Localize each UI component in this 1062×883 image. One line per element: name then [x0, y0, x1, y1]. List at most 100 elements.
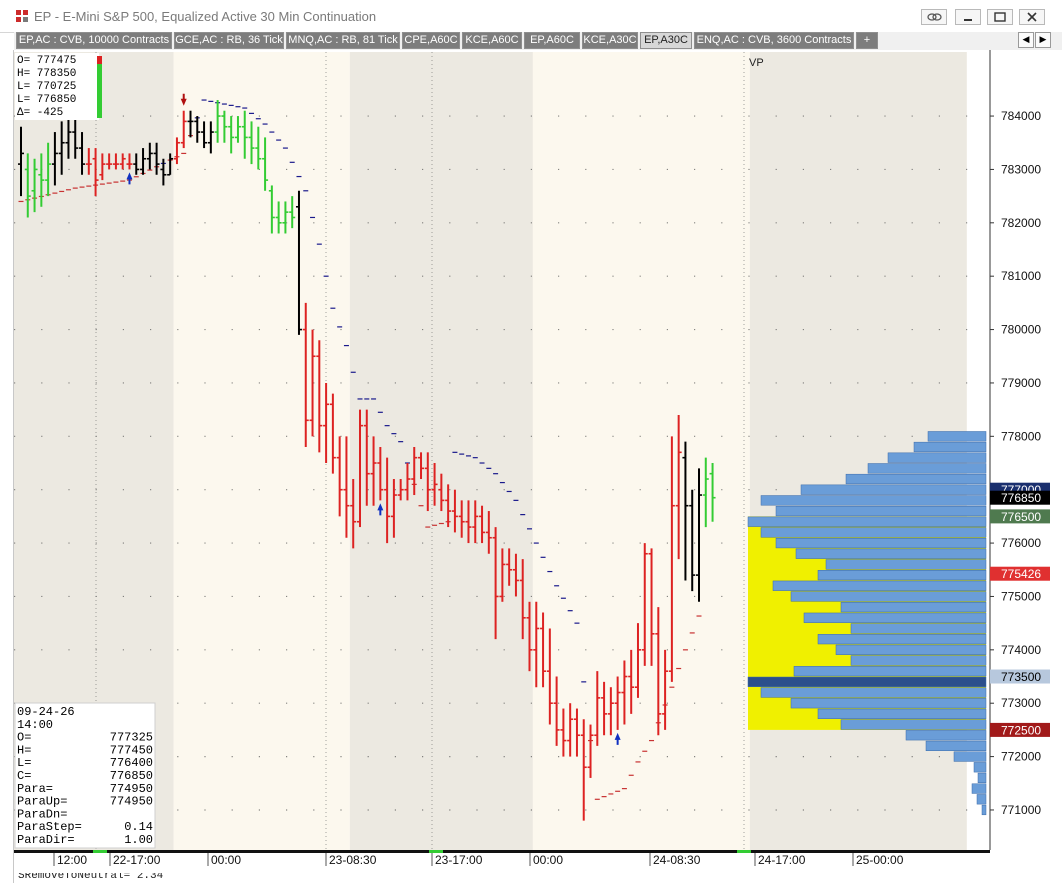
bar-color-indicator-top [97, 56, 102, 64]
data-window-key: ParaDir= [17, 833, 75, 847]
tab-gce-rb[interactable]: GCE,AC : RB, 36 Tick [174, 32, 284, 49]
session-bg-night [349, 52, 533, 850]
tab-mnq-rb[interactable]: MNQ,AC : RB, 81 Tick [286, 32, 400, 49]
volume-profile-bin [817, 570, 987, 581]
volume-profile-bin [927, 431, 987, 442]
session-bg-day [532, 52, 750, 850]
ohlc-readout: O= 777475 H= 778350 L= 770725 L= 776850 … [15, 53, 102, 120]
tab-ep-cvb[interactable]: EP,AC : CVB, 10000 Contracts [16, 32, 172, 49]
volume-profile-bin [775, 537, 987, 549]
volume-profile-bin [845, 473, 987, 485]
volume-profile-bin [790, 591, 987, 602]
price-tick-label: 775000 [1001, 589, 1041, 603]
minimize-icon [964, 19, 972, 21]
volume-profile-bin [905, 730, 987, 741]
volume-profile-bin [953, 751, 987, 762]
price-chart[interactable]: 7710007720007730007740007750007760007770… [14, 50, 1062, 873]
volume-profile-bin [973, 762, 987, 773]
session-marker [93, 850, 107, 853]
close-icon [1027, 12, 1037, 22]
volume-profile-bin [795, 548, 987, 559]
volume-profile-bin [803, 612, 987, 623]
tab-kce-a60c[interactable]: KCE,A60C [462, 32, 522, 49]
data-window-value: 1.00 [124, 833, 153, 847]
tab-scroll-left-button[interactable]: ◀ [1018, 32, 1034, 48]
volume-profile-bin [887, 452, 987, 463]
data-window-value: 774950 [110, 795, 153, 809]
tab-enq-cvb[interactable]: ENQ,AC : CVB, 3600 Contracts [694, 32, 854, 49]
volume-profile-bin [800, 484, 987, 495]
time-tick-label: 00:00 [211, 853, 241, 867]
bottom-indicator-strip: SRemoveToNeutral= 2.34 [14, 873, 1062, 883]
volume-profile-bin [772, 580, 987, 591]
volume-profile-bin [817, 708, 987, 719]
price-tick-label: 776000 [1001, 536, 1041, 550]
volume-profile-bin [760, 527, 987, 538]
price-marker-label: 775426 [1001, 567, 1041, 581]
link-icon [927, 13, 942, 21]
price-marker-label: 773500 [1001, 670, 1041, 684]
link-button[interactable] [921, 9, 947, 25]
price-marker-label: 772500 [1001, 723, 1041, 737]
session-marker [737, 850, 751, 853]
bar-color-indicator [97, 56, 102, 118]
volume-profile-bin [850, 623, 987, 634]
value-area-fill [748, 516, 986, 730]
price-tick-label: 774000 [1001, 643, 1041, 657]
price-tick-label: 782000 [1001, 216, 1041, 230]
tab-ep-a30c[interactable]: EP,A30C [640, 32, 692, 49]
volume-profile-bin [793, 666, 987, 677]
volume-profile-bin [747, 676, 987, 687]
chevron-left-icon: ◀ [1022, 35, 1030, 45]
volume-profile-bin [925, 740, 987, 752]
tab-strip: EP,AC : CVB, 10000 Contracts GCE,AC : RB… [14, 32, 1062, 50]
time-axis-line [14, 850, 990, 853]
tab-ep-a60c[interactable]: EP,A60C [524, 32, 580, 49]
time-tick-label: 25-00:00 [856, 853, 904, 867]
app-logo-icon [16, 10, 28, 22]
volume-profile-bin [840, 602, 987, 613]
price-tick-label: 773000 [1001, 696, 1041, 710]
volume-profile-bin [867, 463, 987, 474]
window-title: EP - E-Mini S&P 500, Equalized Active 30… [34, 9, 377, 24]
time-tick-label: 23-08:30 [329, 853, 377, 867]
volume-profile-bin [835, 644, 987, 655]
time-tick-label: 23-17:00 [435, 853, 483, 867]
window-titlebar: EP - E-Mini S&P 500, Equalized Active 30… [0, 0, 1062, 33]
volume-profile-bin [977, 772, 987, 784]
volume-profile-bin [850, 655, 987, 666]
volume-profile-bin [790, 698, 987, 709]
ohlc-open: O= 777475 [17, 55, 76, 67]
price-tick-label: 780000 [1001, 323, 1041, 337]
volume-profile-bin [760, 687, 987, 698]
chevron-right-icon: ▶ [1039, 35, 1047, 45]
price-marker-label: 776850 [1001, 491, 1041, 505]
volume-profile-bin [817, 634, 987, 645]
price-tick-label: 778000 [1001, 429, 1041, 443]
volume-profile-bin [976, 794, 987, 805]
volume-profile-bin [825, 559, 987, 570]
volume-profile-bin [747, 516, 987, 527]
volume-profile-bin [760, 495, 987, 506]
maximize-button[interactable] [987, 9, 1013, 25]
session-bg-day [173, 52, 350, 850]
volume-profile-bin [913, 441, 987, 453]
time-tick-label: 12:00 [57, 853, 87, 867]
minimize-button[interactable] [955, 9, 981, 25]
time-tick-label: 24-08:30 [653, 853, 701, 867]
volume-profile-bin [981, 804, 987, 816]
time-tick-label: 22-17:00 [113, 853, 161, 867]
volume-profile-bin [840, 719, 987, 730]
price-tick-label: 781000 [1001, 269, 1041, 283]
tab-cpe-a60c[interactable]: CPE,A60C [402, 32, 460, 49]
ohlc-low: L= 770725 [17, 81, 76, 93]
price-tick-label: 783000 [1001, 162, 1041, 176]
volume-profile-bin [971, 783, 987, 794]
add-tab-button[interactable]: + [856, 32, 878, 49]
price-tick-label: 771000 [1001, 803, 1041, 817]
tab-scroll-right-button[interactable]: ▶ [1035, 32, 1051, 48]
close-button[interactable] [1019, 9, 1045, 25]
time-axis-bg [14, 850, 990, 872]
price-tick-label: 772000 [1001, 750, 1041, 764]
tab-kce-a30c[interactable]: KCE,A30C [582, 32, 638, 49]
